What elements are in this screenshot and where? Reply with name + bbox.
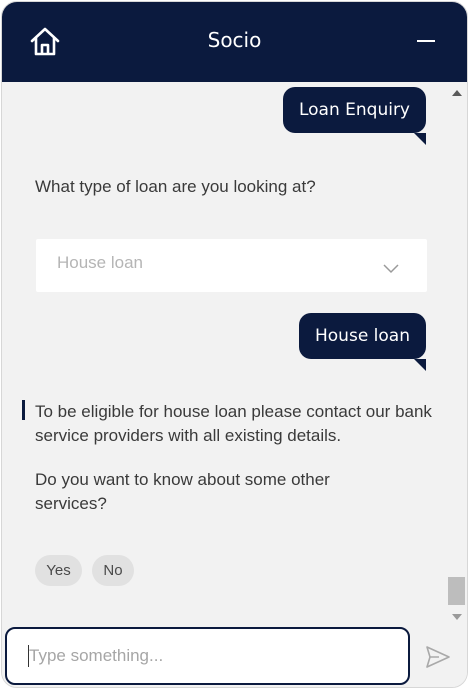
- scroll-up-arrow-icon[interactable]: [452, 90, 462, 96]
- dropdown-selected-value: House loan: [57, 253, 144, 272]
- user-message: House loan: [299, 313, 426, 371]
- scroll-thumb[interactable]: [448, 577, 465, 605]
- quick-reply-yes[interactable]: Yes: [35, 555, 82, 586]
- chevron-down-icon: [383, 259, 399, 274]
- minimize-icon[interactable]: [415, 31, 437, 51]
- loan-type-dropdown[interactable]: House loan: [36, 239, 427, 292]
- message-indicator-bar: [22, 400, 25, 420]
- chat-title: Socio: [207, 28, 262, 52]
- send-icon[interactable]: [425, 644, 451, 670]
- bot-message: What type of loan are you looking at?: [35, 177, 316, 196]
- bot-message: To be eligible for house loan please con…: [35, 402, 432, 445]
- quick-reply-no[interactable]: No: [92, 555, 134, 586]
- scrollbar[interactable]: [447, 82, 466, 624]
- scroll-down-arrow-icon[interactable]: [452, 614, 462, 620]
- message-list: Loan Enquiry What type of loan are you l…: [2, 82, 448, 624]
- text-caret: [28, 645, 29, 667]
- message-input[interactable]: [5, 627, 410, 685]
- bot-message: Do you want to know about some other ser…: [35, 470, 330, 513]
- chat-widget: Socio Loan Enquiry What type of loan are…: [1, 1, 468, 688]
- chat-header: Socio: [2, 2, 467, 82]
- user-message: Loan Enquiry: [282, 87, 427, 145]
- input-area: [2, 624, 467, 687]
